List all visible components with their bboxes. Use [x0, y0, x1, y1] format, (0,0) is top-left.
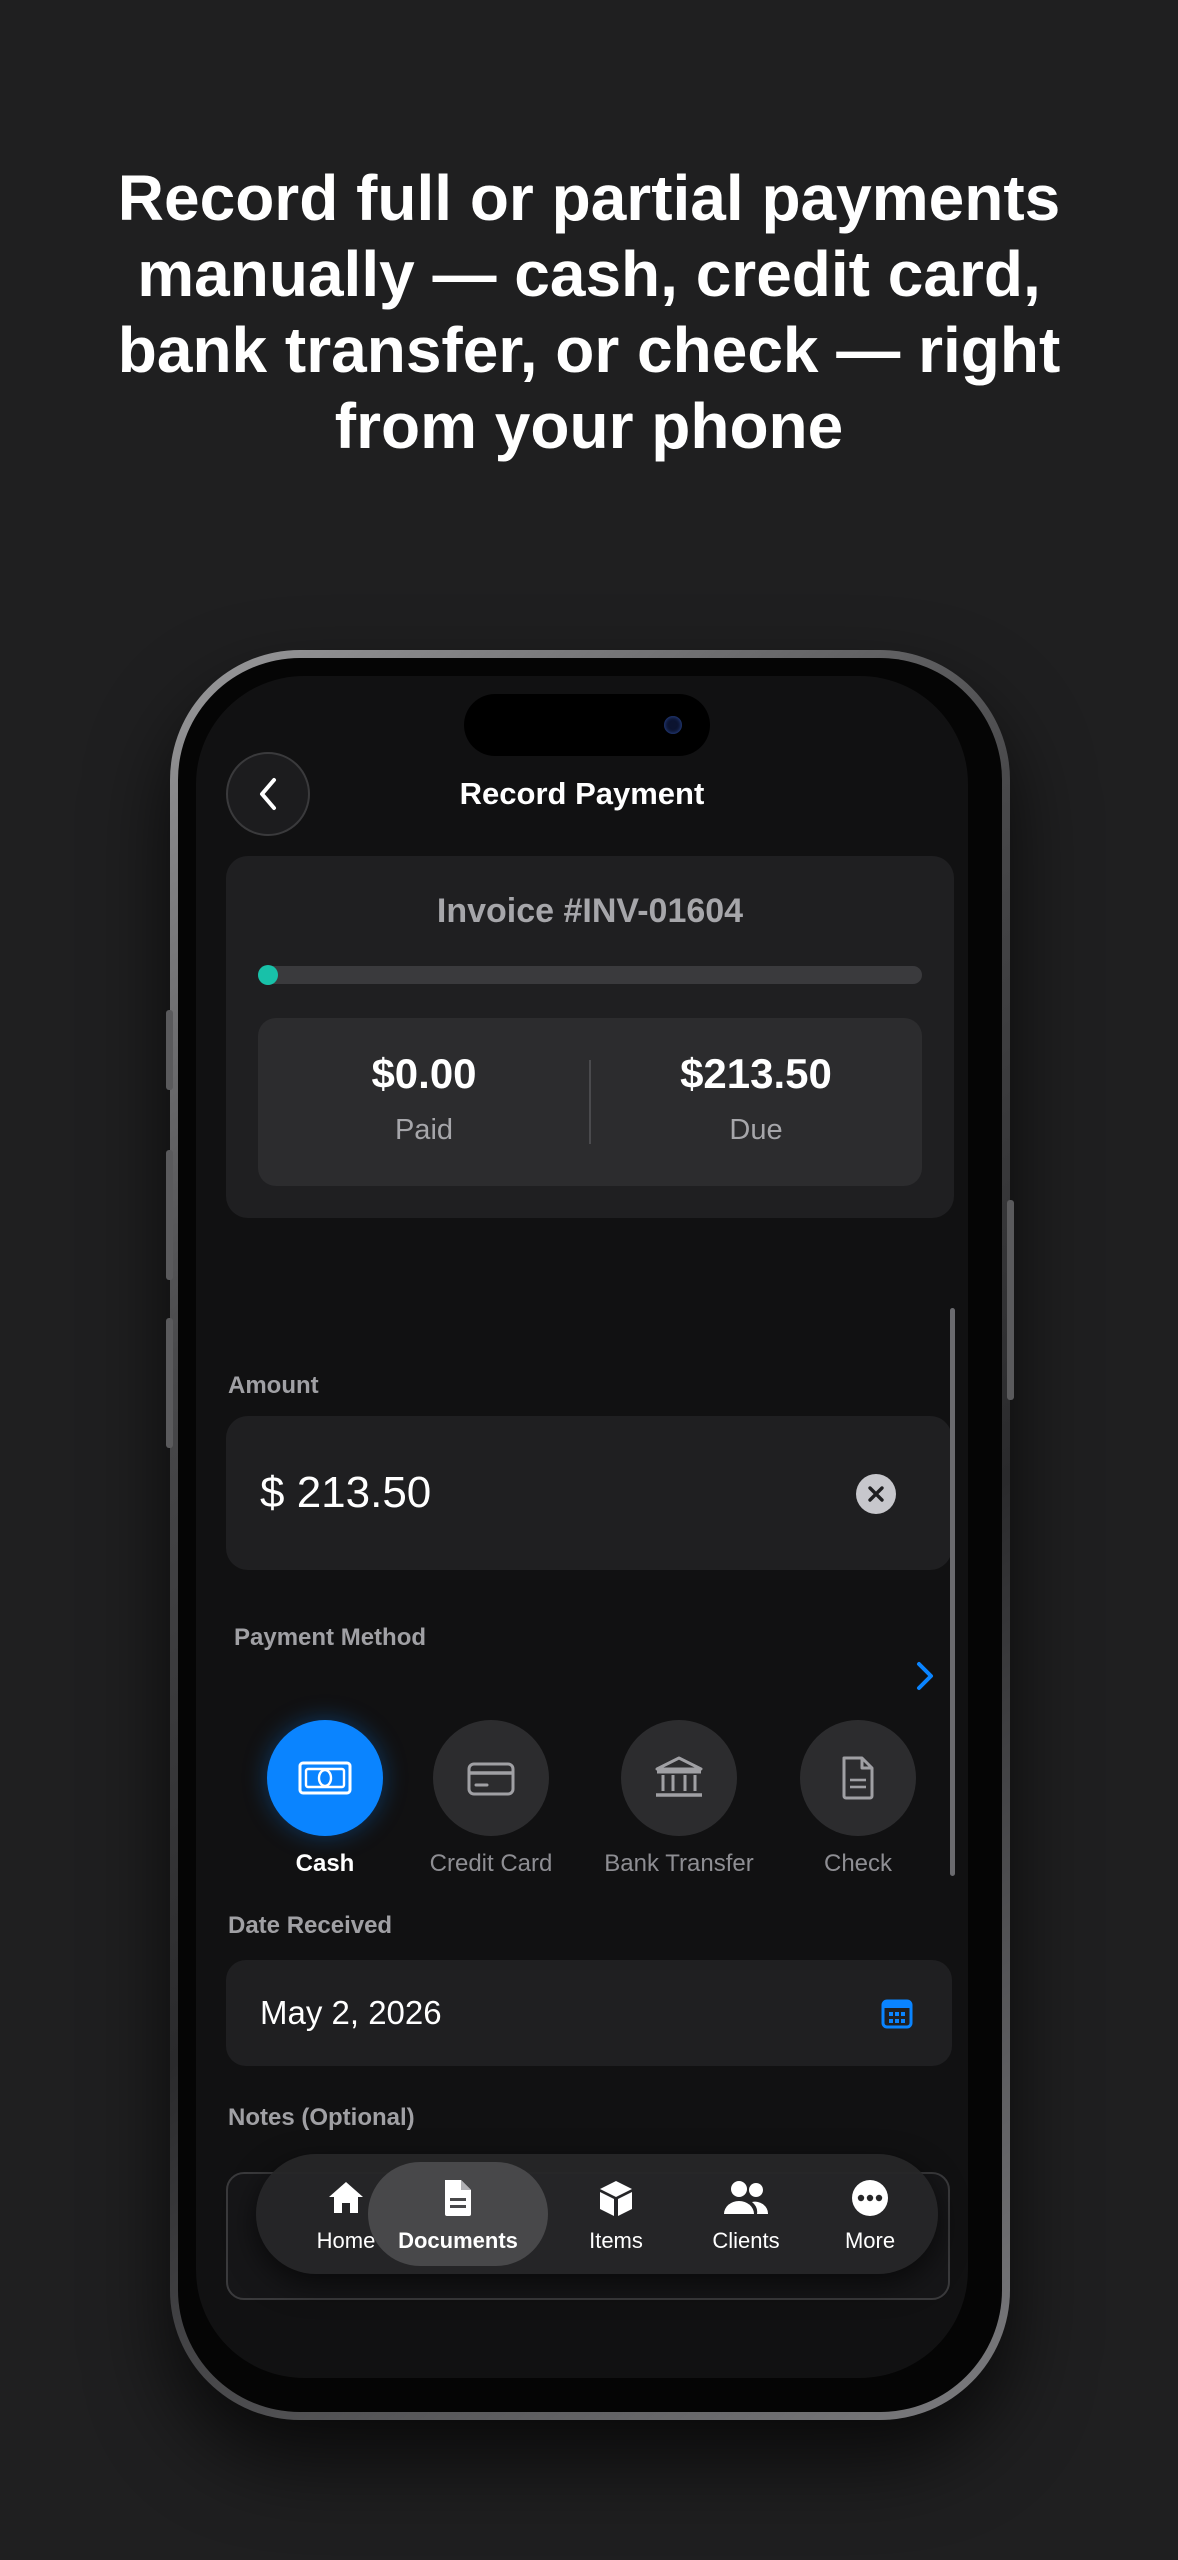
tab-more-label: More: [844, 2228, 896, 2253]
date-field[interactable]: May 2, 2026: [226, 1960, 952, 2066]
totals-box: $0.00 Paid $213.50 Due: [258, 1018, 922, 1186]
tab-clients-label: Clients: [712, 2228, 780, 2253]
payment-method-label: Payment Method: [234, 1624, 427, 1651]
more-icon: [852, 2180, 888, 2216]
chevron-right-icon: [917, 1662, 933, 1690]
tab-items-label: Items: [589, 2228, 643, 2253]
calendar-icon[interactable]: [880, 1996, 914, 2030]
method-bank-transfer-circle[interactable]: [621, 1720, 737, 1836]
volume-up-button: [166, 1150, 173, 1280]
power-button: [1007, 1200, 1014, 1400]
tab-documents[interactable]: Documents: [368, 2154, 548, 2274]
bank-icon: [655, 1756, 703, 1797]
method-bank-transfer[interactable]: Bank Transfer: [594, 1720, 764, 1878]
payment-method-more-button[interactable]: [910, 1656, 940, 1696]
invoice-number: Invoice #INV-01604: [436, 892, 744, 930]
method-check-label: Check: [823, 1850, 893, 1877]
method-check[interactable]: Check: [773, 1720, 943, 1878]
due-label: Due: [729, 1114, 783, 1146]
date-value[interactable]: May 2, 2026: [260, 1994, 442, 2032]
notes-label: Notes (Optional): [228, 2104, 415, 2131]
payment-progress-bar: [258, 965, 922, 985]
paid-total: $0.00 Paid: [258, 1018, 590, 1186]
credit-card-icon: [467, 1762, 515, 1796]
method-credit-card[interactable]: Credit Card: [406, 1720, 576, 1878]
due-value: $213.50: [680, 1050, 832, 1097]
amount-label: Amount: [228, 1372, 319, 1399]
app-screen: Record Payment Invoice #INV-01604 $0.00 …: [196, 676, 968, 2378]
progress-indicator: [258, 965, 278, 985]
headline: Record full or partial payments manually…: [117, 162, 1061, 462]
tab-more[interactable]: More: [822, 2154, 918, 2274]
cash-icon: [298, 1761, 352, 1795]
people-icon: [724, 2181, 769, 2214]
tab-bar: Home Documents Items Clients More: [256, 2154, 938, 2274]
page-title: Record Payment: [459, 776, 705, 811]
method-bank-transfer-label: Bank Transfer: [604, 1850, 754, 1877]
phone-frame: Record Payment Invoice #INV-01604 $0.00 …: [166, 650, 1014, 2420]
box-icon: [600, 2181, 632, 2216]
date-label: Date Received: [228, 1912, 393, 1939]
tab-clients[interactable]: Clients: [681, 2154, 811, 2274]
method-credit-card-circle[interactable]: [433, 1720, 549, 1836]
documents-icon: [445, 2180, 471, 2216]
tab-documents-label: Documents: [398, 2228, 518, 2253]
home-icon: [329, 2182, 363, 2213]
method-cash[interactable]: Cash: [240, 1720, 410, 1878]
scroll-indicator[interactable]: [950, 1308, 955, 1876]
method-check-circle[interactable]: [800, 1720, 916, 1836]
amount-value[interactable]: $ 213.50: [260, 1468, 431, 1518]
amount-field[interactable]: $ 213.50: [226, 1416, 952, 1570]
method-cash-circle[interactable]: [267, 1720, 383, 1836]
tab-items[interactable]: Items: [566, 2154, 666, 2274]
invoice-summary-card: Invoice #INV-01604 $0.00 Paid $213.50 Du…: [226, 856, 954, 1218]
paid-label: Paid: [394, 1114, 454, 1146]
due-total: $213.50 Due: [590, 1018, 922, 1186]
document-icon: [842, 1756, 874, 1800]
close-icon: [868, 1486, 884, 1502]
camera-icon: [664, 716, 682, 734]
clear-amount-button[interactable]: [856, 1474, 896, 1514]
paid-value: $0.00: [371, 1050, 477, 1097]
action-button: [166, 1010, 173, 1090]
dynamic-island: [464, 694, 710, 756]
method-cash-label: Cash: [295, 1850, 355, 1877]
volume-down-button: [166, 1318, 173, 1448]
method-credit-card-label: Credit Card: [429, 1850, 553, 1877]
